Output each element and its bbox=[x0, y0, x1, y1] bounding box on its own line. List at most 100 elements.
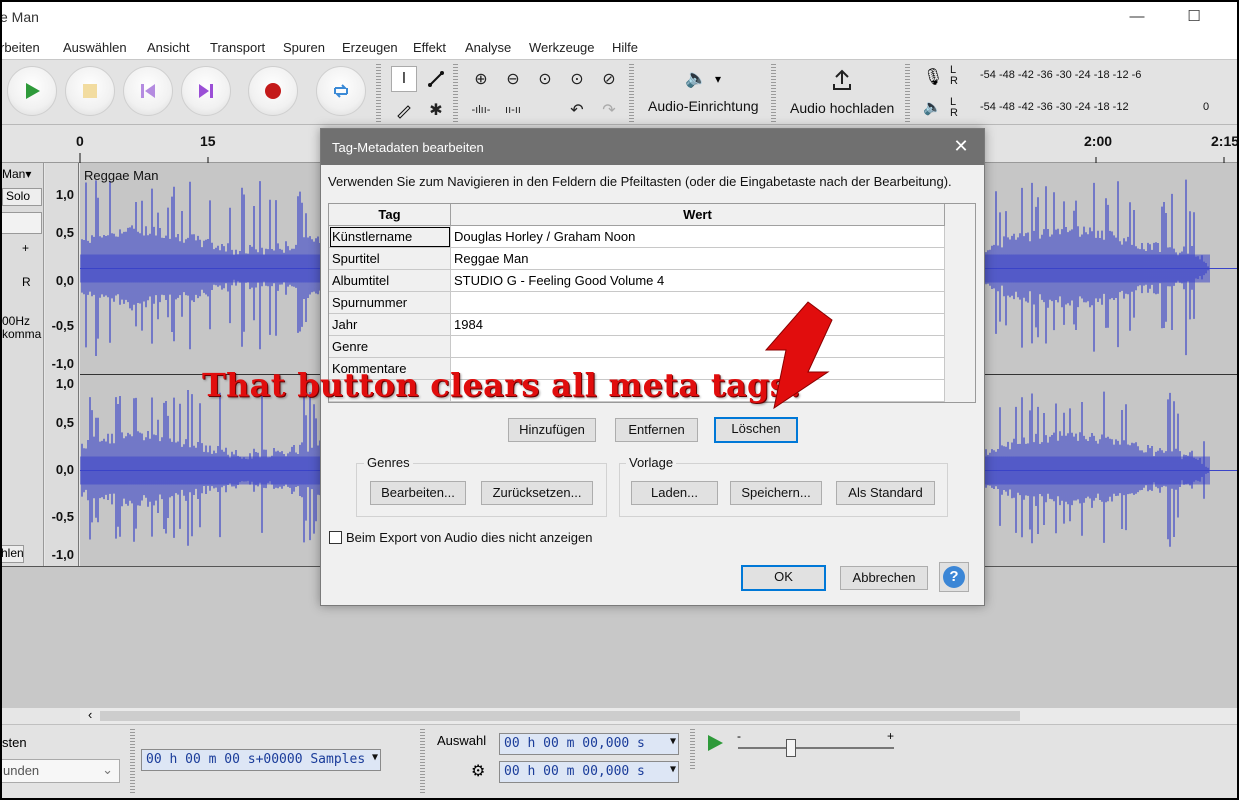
recording-meter[interactable]: L R -54 -48 -42 -36 -30 -24 -18 -12 -6 bbox=[950, 64, 1232, 87]
menu-effect[interactable]: Effekt bbox=[413, 40, 446, 55]
play-at-speed-icon[interactable] bbox=[705, 733, 725, 753]
toolbar-grip[interactable] bbox=[905, 64, 910, 122]
value-cell[interactable]: Reggae Man bbox=[451, 248, 945, 270]
tag-cell[interactable]: Albumtitel bbox=[329, 270, 451, 292]
tag-cell[interactable]: Künstlername bbox=[329, 226, 451, 248]
toolbar-grip[interactable] bbox=[690, 729, 695, 769]
dropdown-arrow-icon[interactable]: ▼ bbox=[372, 752, 378, 763]
menu-help[interactable]: Hilfe bbox=[612, 40, 638, 55]
redo-button[interactable]: ↷ bbox=[596, 97, 622, 123]
menu-generate[interactable]: Erzeugen bbox=[342, 40, 398, 55]
remove-tag-button[interactable]: Entfernen bbox=[615, 418, 698, 442]
track-menu-button[interactable]: Man▾ bbox=[2, 167, 31, 181]
fit-project-button[interactable]: ⊙ bbox=[564, 66, 590, 92]
speaker-meter-icon[interactable]: 🔈 bbox=[923, 98, 942, 116]
edit-genres-button[interactable]: Bearbeiten... bbox=[370, 481, 466, 505]
toolbar-grip[interactable] bbox=[629, 64, 634, 122]
reset-genres-button[interactable]: Zurücksetzen... bbox=[481, 481, 593, 505]
solo-button[interactable]: Solo bbox=[2, 188, 42, 206]
value-cell[interactable] bbox=[451, 292, 945, 314]
dont-show-label[interactable]: Beim Export von Audio dies nicht anzeige… bbox=[346, 530, 592, 545]
cancel-button[interactable]: Abbrechen bbox=[840, 566, 928, 590]
track-name-label[interactable]: Reggae Man bbox=[84, 168, 324, 184]
undo-button[interactable]: ↶ bbox=[564, 97, 590, 123]
menu-analyze[interactable]: Analyse bbox=[465, 40, 511, 55]
menu-select[interactable]: Auswählen bbox=[63, 40, 127, 55]
tag-cell[interactable]: Spurtitel bbox=[329, 248, 451, 270]
snap-value: unden bbox=[3, 763, 40, 778]
fit-selection-button[interactable]: ⊙ bbox=[532, 66, 558, 92]
play-button[interactable] bbox=[7, 66, 57, 116]
gear-icon[interactable]: ⚙ bbox=[471, 761, 485, 781]
microphone-icon[interactable]: 🎙 bbox=[923, 67, 943, 87]
i-beam-icon: I bbox=[401, 70, 407, 87]
select-track-button[interactable]: hlen bbox=[0, 545, 24, 563]
value-cell[interactable]: Douglas Horley / Graham Noon bbox=[451, 226, 945, 248]
toolbar-grip[interactable] bbox=[771, 64, 776, 122]
dropdown-arrow-icon[interactable]: ▼ bbox=[670, 736, 676, 747]
toolbar-grip[interactable] bbox=[376, 64, 381, 122]
add-tag-button[interactable]: Hinzufügen bbox=[508, 418, 596, 442]
minimize-button[interactable]: — bbox=[1126, 6, 1148, 28]
clear-tags-button[interactable]: Löschen bbox=[714, 417, 798, 443]
silence-selection-button[interactable]: ıı-ıı bbox=[500, 97, 526, 123]
genres-group-label: Genres bbox=[364, 455, 413, 470]
dont-show-checkbox[interactable] bbox=[329, 531, 342, 544]
toolbar-grip[interactable] bbox=[420, 729, 425, 793]
selection-end-field[interactable]: 00 h 00 m 00,000 s ▼ bbox=[499, 761, 679, 783]
redo-icon: ↷ bbox=[602, 102, 616, 119]
zoom-toggle-button[interactable]: ⊘ bbox=[596, 66, 622, 92]
horizontal-scrollbar[interactable]: ‹ bbox=[80, 707, 1239, 724]
loop-button[interactable] bbox=[316, 66, 366, 116]
mute-button[interactable] bbox=[0, 212, 42, 234]
scrollbar-thumb[interactable] bbox=[100, 711, 1020, 721]
toolbar-grip[interactable] bbox=[130, 729, 135, 793]
window-title: e Man bbox=[0, 9, 39, 25]
menu-view[interactable]: Ansicht bbox=[147, 40, 190, 55]
play-speed-slider[interactable]: - + bbox=[732, 729, 902, 763]
menu-tools[interactable]: Werkzeuge bbox=[529, 40, 595, 55]
multi-tool-button[interactable]: ✱ bbox=[423, 97, 449, 123]
envelope-tool-button[interactable] bbox=[423, 66, 449, 92]
skip-to-start-button[interactable] bbox=[123, 66, 173, 116]
ok-button[interactable]: OK bbox=[741, 565, 826, 591]
slider-thumb[interactable] bbox=[786, 739, 796, 757]
dropdown-arrow-icon[interactable]: ▼ bbox=[670, 764, 676, 775]
zoom-in-button[interactable]: ⊕ bbox=[468, 66, 494, 92]
scale-label: 0,0 bbox=[55, 273, 74, 288]
close-icon[interactable]: ✕ bbox=[950, 135, 972, 157]
draw-tool-button[interactable] bbox=[391, 97, 417, 123]
value-cell[interactable]: 1984 bbox=[451, 314, 945, 336]
load-template-button[interactable]: Laden... bbox=[631, 481, 718, 505]
tag-cell[interactable]: Jahr bbox=[329, 314, 451, 336]
amplitude-scale[interactable]: 1,0 0,5 0,0 -0,5 -1,0 1,0 0,5 0,0 -0,5 -… bbox=[45, 163, 79, 566]
playback-meter[interactable]: L R -54 -48 -42 -36 -30 -24 -18 -12 0 bbox=[950, 96, 1232, 119]
selection-start-field[interactable]: 00 h 00 m 00,000 s ▼ bbox=[499, 733, 679, 755]
menu-tracks[interactable]: Spuren bbox=[283, 40, 325, 55]
gain-plus-label: + bbox=[22, 241, 30, 255]
audio-position-field[interactable]: 00 h 00 m 00 s+00000 Samples ▼ bbox=[141, 749, 381, 771]
scale-label: -0,5 bbox=[51, 318, 74, 333]
scroll-left-icon[interactable]: ‹ bbox=[88, 707, 92, 722]
value-cell[interactable] bbox=[451, 336, 945, 358]
toolbar-grip[interactable] bbox=[453, 64, 458, 122]
share-audio-button[interactable]: Audio hochladen bbox=[785, 64, 900, 120]
set-default-template-button[interactable]: Als Standard bbox=[836, 481, 935, 505]
stop-button[interactable] bbox=[65, 66, 115, 116]
skip-to-end-button[interactable] bbox=[181, 66, 231, 116]
zoom-out-button[interactable]: ⊖ bbox=[500, 66, 526, 92]
tag-cell[interactable]: Spurnummer bbox=[329, 292, 451, 314]
maximize-button[interactable]: ☐ bbox=[1183, 6, 1205, 28]
tag-cell[interactable]: Genre bbox=[329, 336, 451, 358]
menu-edit[interactable]: rbeiten bbox=[0, 40, 40, 55]
skip-end-icon bbox=[199, 84, 213, 98]
help-button[interactable]: ? bbox=[939, 562, 969, 592]
value-cell[interactable]: STUDIO G - Feeling Good Volume 4 bbox=[451, 270, 945, 292]
record-button[interactable] bbox=[248, 66, 298, 116]
save-template-button[interactable]: Speichern... bbox=[730, 481, 822, 505]
trim-outside-button[interactable]: -ılıı- bbox=[468, 97, 494, 123]
selection-tool-button[interactable]: I bbox=[391, 66, 417, 92]
menu-transport[interactable]: Transport bbox=[210, 40, 265, 55]
snap-dropdown[interactable]: unden ⌄ bbox=[0, 759, 120, 783]
audio-setup-button[interactable]: 🔈 ▾ Audio-Einrichtung bbox=[643, 64, 765, 120]
